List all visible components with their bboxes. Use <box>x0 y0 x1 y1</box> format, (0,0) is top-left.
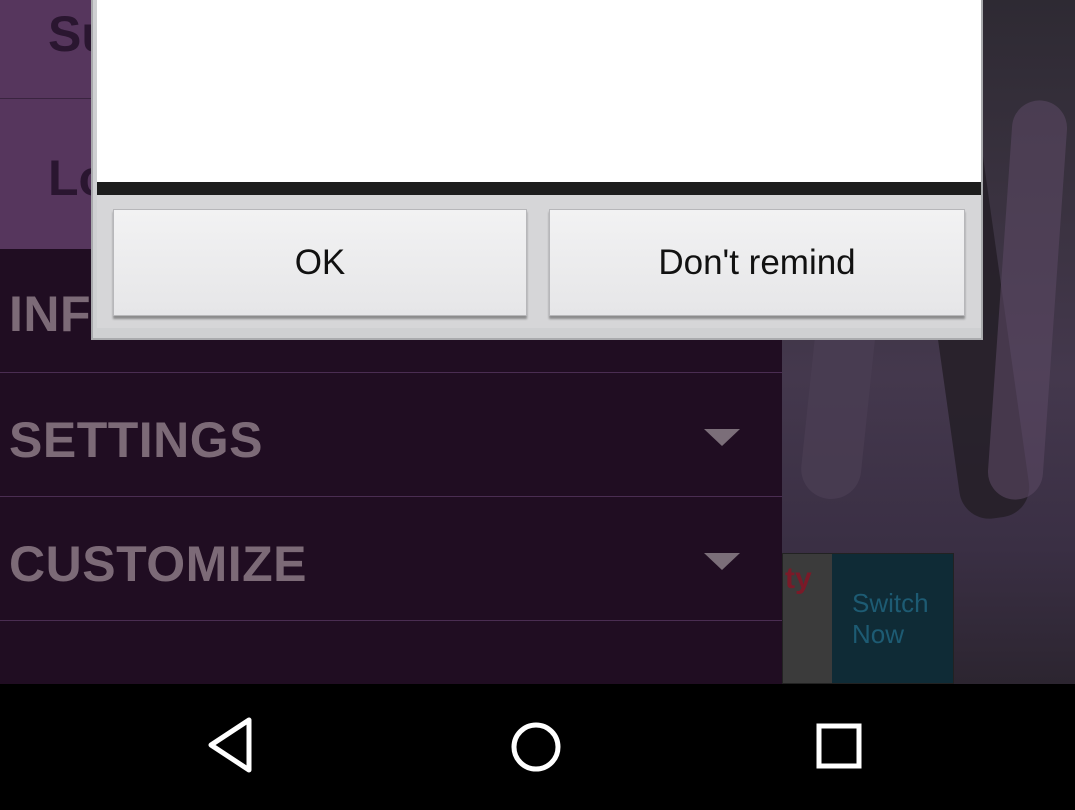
reminder-dialog: OK Don't remind <box>91 0 983 340</box>
ad-left-panel: ty <box>783 554 832 683</box>
ad-cta[interactable]: Switch Now <box>832 554 953 683</box>
expand-arrow-icon[interactable] <box>704 429 740 446</box>
ad-left-text: ty <box>785 562 812 595</box>
ad-banner[interactable]: ty Switch Now <box>782 553 954 684</box>
back-icon[interactable] <box>197 710 267 780</box>
expand-arrow-icon[interactable] <box>704 553 740 570</box>
dont-remind-button[interactable]: Don't remind <box>549 209 965 316</box>
dialog-divider <box>97 182 981 195</box>
menu-item-customize[interactable]: CUSTOMIZE <box>0 497 782 621</box>
screen: ty Switch Now Su Lo INF SETTINGS CUSTOMI… <box>0 0 1075 810</box>
menu-item-label: INF <box>9 286 92 342</box>
system-navigation-bar <box>0 684 1075 810</box>
dialog-button-bar: OK Don't remind <box>97 195 981 328</box>
home-icon[interactable] <box>501 710 571 780</box>
menu-item-label: CUSTOMIZE <box>9 536 308 592</box>
recents-icon[interactable] <box>805 710 875 780</box>
menu-item-label: SETTINGS <box>9 412 264 468</box>
dialog-content <box>97 0 981 182</box>
ok-button[interactable]: OK <box>113 209 527 316</box>
ad-cta-label: Switch Now <box>852 588 929 649</box>
menu-item-settings[interactable]: SETTINGS <box>0 373 782 497</box>
